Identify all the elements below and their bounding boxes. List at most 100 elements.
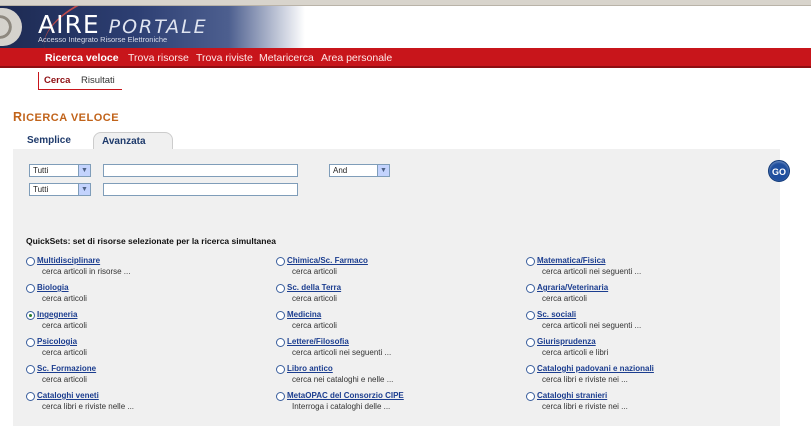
quicksets-title: QuickSets: set di risorse selezionate pe… bbox=[26, 236, 276, 246]
quickset-item: Multidisciplinare cerca articoli in risor… bbox=[26, 256, 266, 278]
quickset-description: cerca libri e riviste nei ... bbox=[542, 375, 628, 384]
quickset-link[interactable]: MetaOPAC del Consorzio CIPE bbox=[287, 391, 404, 400]
field-select-1-value: Tutti bbox=[33, 166, 49, 175]
quickset-item: Agraria/Veterinaria cerca articoli bbox=[526, 283, 766, 305]
quickset-link[interactable]: Ingegneria bbox=[37, 310, 77, 319]
nav-metaricerca[interactable]: Metaricerca bbox=[259, 52, 314, 64]
quickset-item: Biologia cerca articoli bbox=[26, 283, 266, 305]
quickset-link[interactable]: Cataloghi veneti bbox=[37, 391, 99, 400]
quickset-description: cerca articoli bbox=[292, 267, 337, 276]
quickset-radio[interactable] bbox=[526, 365, 535, 374]
quickset-radio[interactable] bbox=[276, 257, 285, 266]
quickset-radio[interactable] bbox=[276, 284, 285, 293]
quickset-description: cerca articoli bbox=[542, 294, 587, 303]
quickset-description: cerca articoli bbox=[42, 294, 87, 303]
sub-nav: Cerca Risultati bbox=[38, 72, 122, 90]
quickset-radio[interactable] bbox=[526, 284, 535, 293]
nav-area-personale[interactable]: Area personale bbox=[321, 52, 392, 64]
quickset-radio[interactable] bbox=[526, 392, 535, 401]
chevron-down-icon: ▼ bbox=[377, 165, 389, 176]
tab-avanzata[interactable]: Avanzata bbox=[93, 132, 173, 150]
operator-select-value: And bbox=[333, 166, 348, 175]
quickset-item: Lettere/Filosofia cerca articoli nei segu… bbox=[276, 337, 516, 359]
quickset-link[interactable]: Sc. sociali bbox=[537, 310, 576, 319]
quickset-link[interactable]: Sc. Formazione bbox=[37, 364, 96, 373]
quickset-radio[interactable] bbox=[26, 257, 35, 266]
quickset-link[interactable]: Agraria/Veterinaria bbox=[537, 283, 608, 292]
quickset-description: cerca articoli nei seguenti ... bbox=[542, 267, 642, 276]
quickset-link[interactable]: Chimica/Sc. Farmaco bbox=[287, 256, 368, 265]
quickset-radio[interactable] bbox=[276, 338, 285, 347]
main-nav: Ricerca veloce Trova risorse Trova rivis… bbox=[0, 48, 811, 68]
quickset-radio[interactable] bbox=[526, 311, 535, 320]
quickset-description: Interroga i cataloghi delle ... bbox=[292, 402, 391, 411]
quickset-description: cerca libri e riviste nelle ... bbox=[42, 402, 135, 411]
nav-trova-riviste[interactable]: Trova riviste bbox=[196, 52, 253, 64]
quickset-radio[interactable] bbox=[26, 338, 35, 347]
quickset-link[interactable]: Multidisciplinare bbox=[37, 256, 100, 265]
quickset-item: MetaOPAC del Consorzio CIPE Interroga i c… bbox=[276, 391, 516, 413]
quickset-item: Chimica/Sc. Farmaco cerca articoli bbox=[276, 256, 516, 278]
subnav-risultati[interactable]: Risultati bbox=[81, 75, 115, 86]
nav-ricerca-veloce[interactable]: Ricerca veloce bbox=[45, 52, 119, 64]
go-button[interactable]: GO bbox=[768, 160, 790, 182]
quickset-radio[interactable] bbox=[526, 338, 535, 347]
quickset-description: cerca nei cataloghi e nelle ... bbox=[292, 375, 394, 384]
quickset-radio[interactable] bbox=[26, 284, 35, 293]
quickset-description: cerca libri e riviste nei ... bbox=[542, 402, 628, 411]
quickset-item: Ingegneria cerca articoli bbox=[26, 310, 266, 332]
logo-area: AIRE PORTALE Accesso Integrato Risorse E… bbox=[0, 6, 305, 48]
quickset-radio[interactable] bbox=[26, 392, 35, 401]
quickset-link[interactable]: Giurisprudenza bbox=[537, 337, 596, 346]
quickset-item: Medicina cerca articoli bbox=[276, 310, 516, 332]
search-input-2[interactable] bbox=[103, 183, 298, 196]
quickset-description: cerca articoli in risorse ... bbox=[42, 267, 131, 276]
quickset-item: Giurisprudenza cerca articoli e libri bbox=[526, 337, 766, 359]
quickset-link[interactable]: Cataloghi padovani e nazionali bbox=[537, 364, 654, 373]
operator-select[interactable]: And ▼ bbox=[329, 164, 390, 177]
page-title: RICERCA VELOCE bbox=[13, 110, 119, 124]
quickset-description: cerca articoli bbox=[292, 294, 337, 303]
quickset-description: cerca articoli e libri bbox=[542, 348, 609, 357]
field-select-2-value: Tutti bbox=[33, 185, 49, 194]
university-seal-icon bbox=[0, 8, 22, 46]
quickset-description: cerca articoli nei seguenti ... bbox=[292, 348, 392, 357]
field-select-2[interactable]: Tutti ▼ bbox=[29, 183, 91, 196]
quickset-link[interactable]: Biologia bbox=[37, 283, 69, 292]
subnav-cerca[interactable]: Cerca bbox=[44, 75, 70, 86]
quickset-item: Libro antico cerca nei cataloghi e nelle … bbox=[276, 364, 516, 386]
quickset-item: Matematica/Fisica cerca articoli nei segu… bbox=[526, 256, 766, 278]
quickset-item: Sc. della Terra cerca articoli bbox=[276, 283, 516, 305]
quickset-description: cerca articoli bbox=[42, 348, 87, 357]
quickset-link[interactable]: Sc. della Terra bbox=[287, 283, 341, 292]
quickset-description: cerca articoli bbox=[42, 375, 87, 384]
nav-trova-risorse[interactable]: Trova risorse bbox=[128, 52, 189, 64]
tab-semplice[interactable]: Semplice bbox=[19, 132, 83, 150]
quickset-radio[interactable] bbox=[276, 365, 285, 374]
chevron-down-icon: ▼ bbox=[78, 165, 90, 176]
quickset-link[interactable]: Cataloghi stranieri bbox=[537, 391, 607, 400]
quickset-radio[interactable] bbox=[276, 392, 285, 401]
quickset-link[interactable]: Psicologia bbox=[37, 337, 77, 346]
quickset-radio[interactable] bbox=[26, 365, 35, 374]
field-select-1[interactable]: Tutti ▼ bbox=[29, 164, 91, 177]
quickset-link[interactable]: Matematica/Fisica bbox=[537, 256, 605, 265]
quickset-description: cerca articoli bbox=[292, 321, 337, 330]
quickset-item: Cataloghi padovani e nazionali cerca libr… bbox=[526, 364, 766, 386]
quickset-description: cerca articoli bbox=[42, 321, 87, 330]
quickset-radio[interactable] bbox=[26, 311, 35, 320]
quickset-radio[interactable] bbox=[276, 311, 285, 320]
search-input-1[interactable] bbox=[103, 164, 298, 177]
quickset-item: Sc. sociali cerca articoli nei seguenti .… bbox=[526, 310, 766, 332]
quickset-description: cerca articoli nei seguenti ... bbox=[542, 321, 642, 330]
quickset-item: Psicologia cerca articoli bbox=[26, 337, 266, 359]
quickset-item: Cataloghi veneti cerca libri e riviste ne… bbox=[26, 391, 266, 413]
quickset-link[interactable]: Libro antico bbox=[287, 364, 333, 373]
quickset-link[interactable]: Lettere/Filosofia bbox=[287, 337, 349, 346]
quickset-radio[interactable] bbox=[526, 257, 535, 266]
page-title-initial: R bbox=[13, 110, 23, 124]
quickset-link[interactable]: Medicina bbox=[287, 310, 321, 319]
logo-subtitle: Accesso Integrato Risorse Elettroniche bbox=[38, 35, 168, 44]
header-banner: AIRE PORTALE Accesso Integrato Risorse E… bbox=[0, 6, 811, 48]
quickset-item: Sc. Formazione cerca articoli bbox=[26, 364, 266, 386]
